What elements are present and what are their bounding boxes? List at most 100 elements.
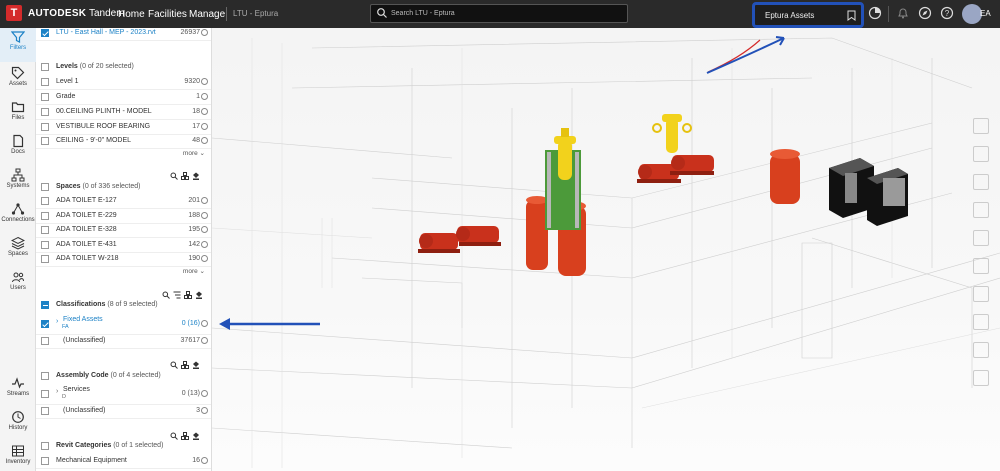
list-item[interactable]: (Unclassified) 3 [36,404,211,419]
item-checkbox[interactable] [41,390,49,398]
classifications-checkbox[interactable] [41,301,49,309]
list-item[interactable]: ADA TOILET E-328 195 [36,223,211,238]
item-checkbox[interactable] [41,320,49,328]
list-item[interactable]: Grade 1 [36,90,211,105]
paint-bucket-icon[interactable] [192,172,200,180]
rail-history[interactable]: History [0,408,36,442]
rail-connections[interactable]: Connections [0,200,36,234]
rail-inventory[interactable]: Inventory [0,442,36,471]
list-item[interactable]: (Unclassified) 37617 [36,334,211,349]
help-icon[interactable]: ? [940,6,954,20]
item-checkbox[interactable] [41,457,49,465]
settings-icon[interactable] [973,370,989,386]
isolate-radio[interactable] [201,137,208,144]
model-checkbox[interactable] [41,29,49,37]
assembly-checkbox[interactable] [41,372,49,380]
search-icon[interactable] [170,172,178,180]
autodesk-logo[interactable]: T [6,5,22,21]
isolate-radio[interactable] [201,93,208,100]
isolate-radio[interactable] [201,255,208,262]
list-item[interactable]: › Fixed Assets FA 0 (16) [36,315,211,335]
explode-icon[interactable] [973,146,989,162]
saved-view-selector[interactable]: Eptura Assets [752,2,864,28]
search-box[interactable]: Search LTU - Eptura [370,4,628,23]
list-item[interactable]: ADA TOILET E-229 188 [36,209,211,224]
nav-facilities[interactable]: Facilities [148,9,187,20]
rail-docs[interactable]: Docs [0,132,36,166]
avatar[interactable] [962,4,982,24]
model-browser-icon[interactable] [973,258,989,274]
compass-icon[interactable] [918,6,932,20]
dashboard-icon[interactable] [868,6,882,20]
bookmark-icon[interactable] [847,10,856,21]
list-item[interactable]: CEILING - 9'-0" MODEL 48 [36,134,211,149]
rail-systems[interactable]: Systems [0,166,36,200]
isolate-radio[interactable] [201,226,208,233]
isolate-radio[interactable] [201,123,208,130]
item-checkbox[interactable] [41,197,49,205]
isolate-radio[interactable] [201,29,208,36]
nav-manage[interactable]: Manage [189,9,225,20]
isolate-radio[interactable] [201,108,208,115]
list-item[interactable]: Mechanical Equipment 16 [36,454,211,469]
rail-users[interactable]: Users [0,268,36,302]
nav-home[interactable]: Home [118,9,145,20]
cube-icon[interactable] [973,286,989,302]
group-icon[interactable] [181,172,189,180]
item-checkbox[interactable] [41,123,49,131]
item-checkbox[interactable] [41,78,49,86]
list-item[interactable]: Level 1 9320 [36,75,211,90]
isolate-radio[interactable] [201,197,208,204]
item-checkbox[interactable] [41,108,49,116]
item-checkbox[interactable] [41,241,49,249]
spaces-checkbox[interactable] [41,183,49,191]
rail-filters[interactable]: Filters [0,28,36,62]
chevron-right-icon[interactable]: › [56,388,58,395]
isolate-radio[interactable] [201,241,208,248]
item-checkbox[interactable] [41,255,49,263]
isolate-radio[interactable] [201,457,208,464]
rail-files[interactable]: Files [0,98,36,132]
model-name[interactable]: LTU - East Hall - MEP - 2023.rvt [56,29,156,36]
isolate-radio[interactable] [201,212,208,219]
list-item[interactable]: ADA TOILET W-218 190 [36,252,211,267]
spaces-more-link[interactable]: more ⌄ [183,267,205,275]
item-checkbox[interactable] [41,407,49,415]
item-checkbox[interactable] [41,93,49,101]
model-viewer[interactable] [212,28,1000,471]
isolate-radio[interactable] [201,337,208,344]
text-annotation-icon[interactable] [973,314,989,330]
camera-icon[interactable] [973,230,989,246]
model-row[interactable]: LTU - East Hall - MEP - 2023.rvt 26937 [36,28,211,41]
list-item[interactable]: › Services D 0 (13) [36,385,211,405]
isolate-radio[interactable] [201,78,208,85]
item-checkbox[interactable] [41,212,49,220]
item-checkbox[interactable] [41,337,49,345]
rail-streams[interactable]: Streams [0,374,36,408]
list-item[interactable]: 00.CEILING PLINTH - MODEL 18 [36,105,211,120]
person-icon[interactable] [973,202,989,218]
list-item[interactable]: ADA TOILET E-127 201 [36,194,211,209]
bell-icon[interactable] [896,6,910,20]
revit-checkbox[interactable] [41,442,49,450]
isolate-radio[interactable] [201,407,208,414]
product-name: AUTODESK Tandem [28,8,125,19]
item-checkbox[interactable] [41,137,49,145]
rail-spaces[interactable]: Spaces [0,234,36,268]
rail-assets[interactable]: Assets [0,64,36,98]
paint-bucket-icon[interactable] [192,361,200,369]
section-box-icon[interactable] [973,118,989,134]
search-icon[interactable] [170,361,178,369]
measure-icon[interactable] [973,342,989,358]
levels-checkbox[interactable] [41,63,49,71]
chevron-right-icon[interactable]: › [56,318,58,325]
isolate-radio[interactable] [201,320,208,327]
walk-icon[interactable] [973,174,989,190]
isolate-radio[interactable] [201,390,208,397]
item-checkbox[interactable] [41,226,49,234]
list-item[interactable]: VESTIBULE ROOF BEARING 17 [36,120,211,135]
facility-breadcrumb[interactable]: LTU - Eptura [233,9,278,18]
group-icon[interactable] [181,361,189,369]
levels-more-link[interactable]: more ⌄ [183,149,205,157]
list-item[interactable]: ADA TOILET E-431 142 [36,238,211,253]
